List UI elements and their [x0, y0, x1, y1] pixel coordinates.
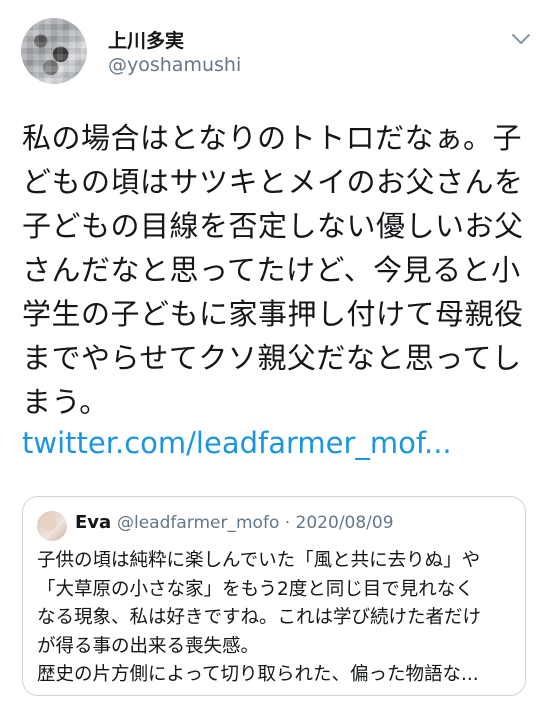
tweet-text-line: 私の場合はとなりのトトロだなぁ。子	[22, 121, 523, 155]
tweet-text-line: までやらせてクソ親父だなと思ってし	[22, 341, 522, 375]
quoted-text-line: 歴史の片方側によって切り取られた、偏った物語な...	[37, 664, 479, 685]
quoted-text-line: なる現象、私は好きですね。これは学び続けた者だけ	[37, 607, 482, 628]
author-avatar[interactable]	[21, 18, 87, 84]
tweet-text-line: どもの頃はサツキとメイのお父さんを	[22, 165, 524, 199]
quoted-text-line: 子供の頃は純粋に楽しんでいた「風と共に去りぬ」や	[37, 550, 481, 571]
author-handle[interactable]: @yoshamushi	[108, 54, 241, 76]
tweet-text-line: 学生の子どもに家事押し付けて母親役	[22, 297, 524, 331]
quoted-text-line: 「大草原の小さな家」をもう2度と同じ目で見れなく	[37, 578, 474, 600]
tweet-text-line: 子どもの目線を否定しない優しいお父	[22, 209, 524, 243]
tweet-card: 上川多実 @yoshamushi 私の場合はとなりのトトロだなぁ。子 どもの頃は…	[0, 0, 550, 718]
author-display-name[interactable]: 上川多実	[108, 26, 184, 53]
quoted-author-avatar[interactable]	[37, 511, 67, 541]
tweet-text: 私の場合はとなりのトトロだなぁ。子 どもの頃はサツキとメイのお父さんを 子どもの…	[22, 116, 537, 424]
tweet-text-line: さんだなと思ってたけど、今見ると小	[22, 253, 521, 287]
quoted-author-name[interactable]: Eva	[75, 512, 111, 533]
tweet-text-line: まう。	[22, 385, 109, 419]
quoted-author-handle-date: @leadfarmer_mofo · 2020/08/09	[117, 513, 394, 533]
quoted-tweet-text: 子供の頃は純粋に楽しんでいた「風と共に去りぬ」や 「大草原の小さな家」をもう2度…	[37, 547, 517, 690]
tweet-link[interactable]: twitter.com/leadfarmer_mof...	[22, 426, 452, 460]
chevron-down-icon[interactable]	[510, 30, 532, 48]
quoted-text-line: が得る事の出来る喪失感。	[37, 635, 260, 657]
quoted-tweet[interactable]: Eva @leadfarmer_mofo · 2020/08/09 子供の頃は純…	[22, 496, 526, 696]
